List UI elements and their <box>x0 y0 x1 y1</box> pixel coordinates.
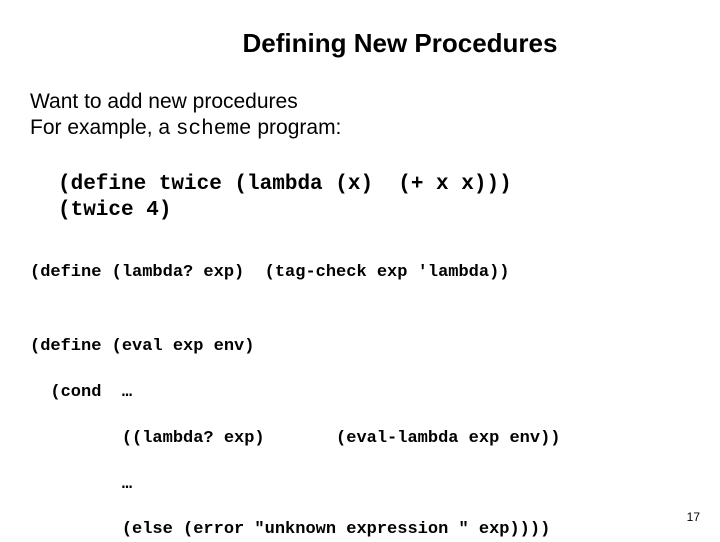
code-block-definitions: (define (lambda? exp) (tag-check exp 'la… <box>30 262 690 542</box>
intro-line-1: Want to add new procedures <box>30 89 690 115</box>
slide-title: Defining New Procedures <box>110 28 690 59</box>
code2-line7: (else (error "unknown expression " exp))… <box>30 520 550 539</box>
code1-line1: (define twice (lambda (x) (+ x x))) <box>58 173 512 196</box>
code2-line5: ((lambda? exp) (eval-lambda exp env)) <box>30 429 561 448</box>
code-block-example: (define twice (lambda (x) (+ x x))) (twi… <box>58 172 690 225</box>
code2-line4: (cond … <box>30 383 132 402</box>
intro-line-2-pre: For example, a <box>30 116 176 139</box>
intro-text: Want to add new procedures For example, … <box>30 89 690 144</box>
code2-line1: (define (lambda? exp) (tag-check exp 'la… <box>30 263 509 282</box>
code2-line3: (define (eval exp env) <box>30 337 254 356</box>
intro-line-2-post: program: <box>252 116 342 139</box>
code1-line2: (twice 4) <box>58 199 171 222</box>
intro-line-2: For example, a scheme program: <box>30 115 690 143</box>
code2-line6: … <box>30 475 132 494</box>
intro-line-2-code: scheme <box>176 118 252 141</box>
page-number: 17 <box>687 510 700 524</box>
